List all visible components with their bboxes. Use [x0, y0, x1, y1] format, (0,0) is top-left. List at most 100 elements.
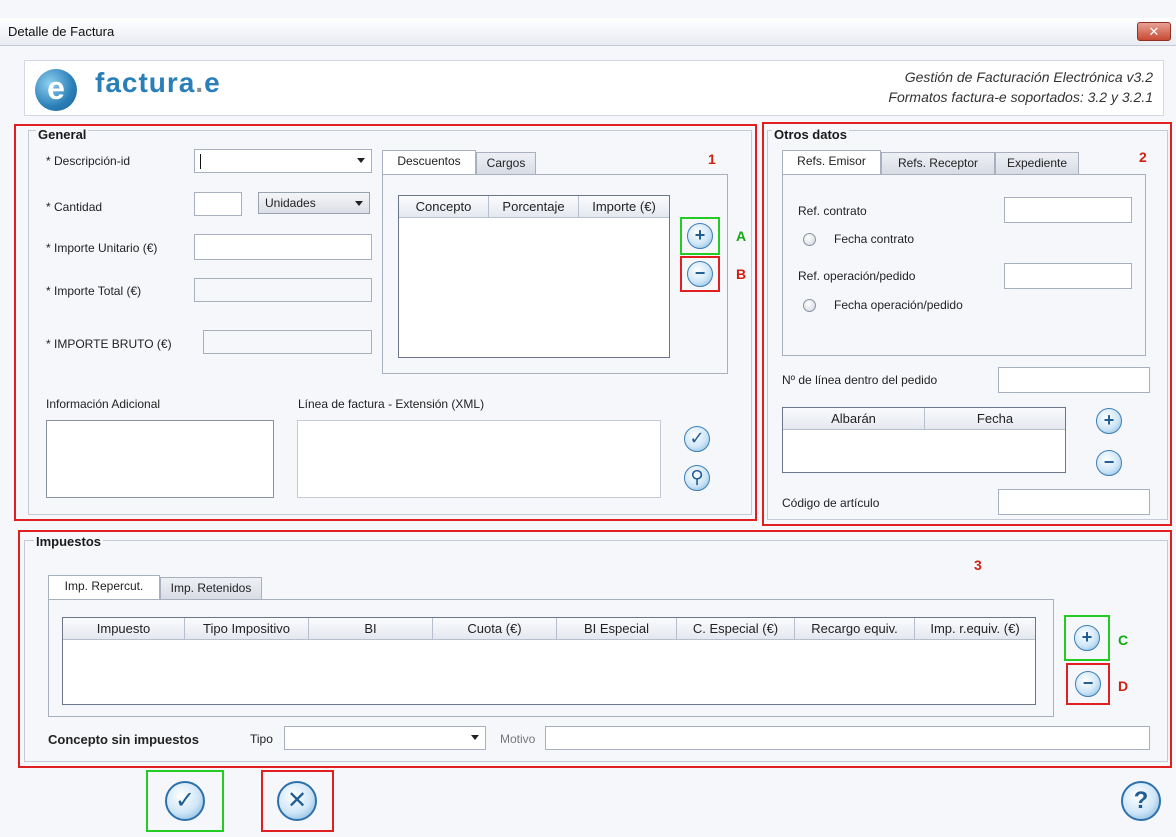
logo-brand: factura [95, 67, 196, 98]
fecha-operacion-radio[interactable] [803, 299, 816, 312]
table-header-porcentaje[interactable]: Porcentaje [489, 196, 579, 218]
importe-bruto-input[interactable] [203, 330, 372, 354]
plus-icon: + [1103, 410, 1115, 430]
otros-title: Otros datos [772, 127, 849, 142]
table-header-bi[interactable]: BI [309, 618, 433, 640]
help-button[interactable]: ? [1121, 781, 1161, 821]
descripcion-combo[interactable] [194, 149, 372, 173]
otros-marker: 2 [1139, 149, 1147, 165]
marker-a: A [736, 228, 747, 244]
ref-contrato-input[interactable] [1004, 197, 1132, 223]
help-icon: ? [1133, 787, 1149, 814]
info-adicional-textarea[interactable] [46, 420, 274, 498]
validate-xml-button[interactable]: ✓ [684, 426, 710, 452]
logo-suffix: e [204, 67, 221, 98]
cantidad-input[interactable] [194, 192, 242, 216]
table-header-fecha[interactable]: Fecha [925, 408, 1065, 430]
view-xml-button[interactable]: ⚲ [684, 465, 710, 491]
importe-total-label: * Importe Total (€) [46, 284, 142, 298]
table-header-impuesto[interactable]: Impuesto [63, 618, 185, 640]
tipo-combo[interactable] [284, 726, 486, 750]
importe-total-input[interactable] [194, 278, 372, 302]
concepto-sin-label: Concepto sin impuestos [48, 732, 199, 747]
cantidad-label: * Cantidad [46, 200, 103, 214]
table-header-bi-especial[interactable]: BI Especial [557, 618, 677, 640]
table-header-tipo-impositivo[interactable]: Tipo Impositivo [185, 618, 309, 640]
header-version: Gestión de Facturación Electrónica v3.2 [904, 69, 1153, 85]
linea-extension-label: Línea de factura - Extensión (XML) [298, 397, 485, 411]
tab-refs-emisor[interactable]: Refs. Emisor [782, 150, 881, 174]
add-albaran-button[interactable]: + [1096, 408, 1122, 434]
cancel-icon: ✕ [286, 787, 308, 814]
window-title: Detalle de Factura [8, 24, 115, 39]
albaran-table[interactable]: Albarán Fecha [782, 407, 1066, 473]
fecha-contrato-label: Fecha contrato [834, 232, 915, 246]
minus-icon: − [694, 263, 706, 283]
motivo-input[interactable] [545, 726, 1150, 750]
info-adicional-label: Información Adicional [46, 397, 161, 411]
ref-contrato-label: Ref. contrato [798, 204, 867, 218]
codigo-articulo-input[interactable] [998, 489, 1150, 515]
tab-imp-repercut[interactable]: Imp. Repercut. [48, 575, 160, 599]
num-linea-input[interactable] [998, 367, 1150, 393]
table-header-c-especial[interactable]: C. Especial (€) [677, 618, 795, 640]
tab-cargos[interactable]: Cargos [476, 152, 536, 174]
app-header: e factura.e Gestión de Facturación Elect… [24, 60, 1164, 116]
fecha-operacion-label: Fecha operación/pedido [834, 298, 963, 312]
chevron-down-icon [471, 735, 479, 740]
descuentos-table[interactable]: Concepto Porcentaje Importe (€) [398, 195, 670, 358]
table-header-imp-requiv[interactable]: Imp. r.equiv. (€) [915, 618, 1035, 640]
codigo-articulo-label: Código de artículo [782, 496, 880, 510]
unidades-value: Unidades [265, 196, 316, 210]
linea-extension-textarea[interactable] [297, 420, 661, 498]
plus-icon: + [1081, 627, 1093, 647]
chevron-down-icon [357, 158, 365, 163]
impuestos-title: Impuestos [34, 534, 104, 549]
marker-c: C [1118, 632, 1129, 648]
motivo-label: Motivo [500, 732, 536, 746]
tab-refs-receptor[interactable]: Refs. Receptor [881, 152, 995, 174]
logo-dot: . [195, 67, 205, 98]
add-descuento-button[interactable]: + [687, 223, 713, 249]
table-header-importe[interactable]: Importe (€) [579, 196, 669, 218]
check-icon: ✓ [689, 428, 705, 448]
search-icon: ⚲ [690, 467, 704, 487]
general-title: General [36, 127, 89, 142]
remove-albaran-button[interactable]: − [1096, 450, 1122, 476]
marker-b: B [736, 266, 747, 282]
impuestos-marker: 3 [974, 557, 982, 573]
text-caret [200, 154, 201, 169]
minus-icon: − [1103, 452, 1115, 472]
logo-text: factura.e [95, 67, 221, 99]
fecha-contrato-radio[interactable] [803, 233, 816, 246]
cancel-button[interactable]: ✕ [277, 781, 317, 821]
accept-button[interactable]: ✓ [165, 781, 205, 821]
table-header-concepto[interactable]: Concepto [399, 196, 489, 218]
importe-unitario-label: * Importe Unitario (€) [46, 241, 158, 255]
table-header-albaran[interactable]: Albarán [783, 408, 925, 430]
tab-descuentos[interactable]: Descuentos [382, 150, 476, 174]
table-header-cuota[interactable]: Cuota (€) [433, 618, 557, 640]
tab-expediente[interactable]: Expediente [995, 152, 1079, 174]
header-formats: Formatos factura-e soportados: 3.2 y 3.2… [888, 89, 1153, 105]
importe-bruto-label: * IMPORTE BRUTO (€) [46, 337, 172, 351]
impuestos-table[interactable]: Impuesto Tipo Impositivo BI Cuota (€) BI… [62, 617, 1036, 705]
num-linea-label: Nº de línea dentro del pedido [782, 373, 938, 387]
logo-icon: e [35, 69, 77, 111]
marker-d: D [1118, 678, 1129, 694]
table-header-recargo[interactable]: Recargo equiv. [795, 618, 915, 640]
check-icon: ✓ [174, 787, 196, 814]
close-icon: ✕ [1148, 24, 1160, 39]
remove-impuesto-button[interactable]: − [1075, 671, 1101, 697]
window-titlebar: Detalle de Factura ✕ [0, 18, 1176, 46]
ref-operacion-input[interactable] [1004, 263, 1132, 289]
logo-e: e [47, 70, 65, 106]
remove-descuento-button[interactable]: − [687, 261, 713, 287]
chevron-down-icon [355, 201, 363, 206]
close-button[interactable]: ✕ [1137, 22, 1171, 41]
add-impuesto-button[interactable]: + [1074, 625, 1100, 651]
tab-imp-retenidos[interactable]: Imp. Retenidos [160, 577, 262, 599]
minus-icon: − [1082, 673, 1094, 693]
importe-unitario-input[interactable] [194, 234, 372, 260]
unidades-select[interactable]: Unidades [258, 192, 370, 214]
